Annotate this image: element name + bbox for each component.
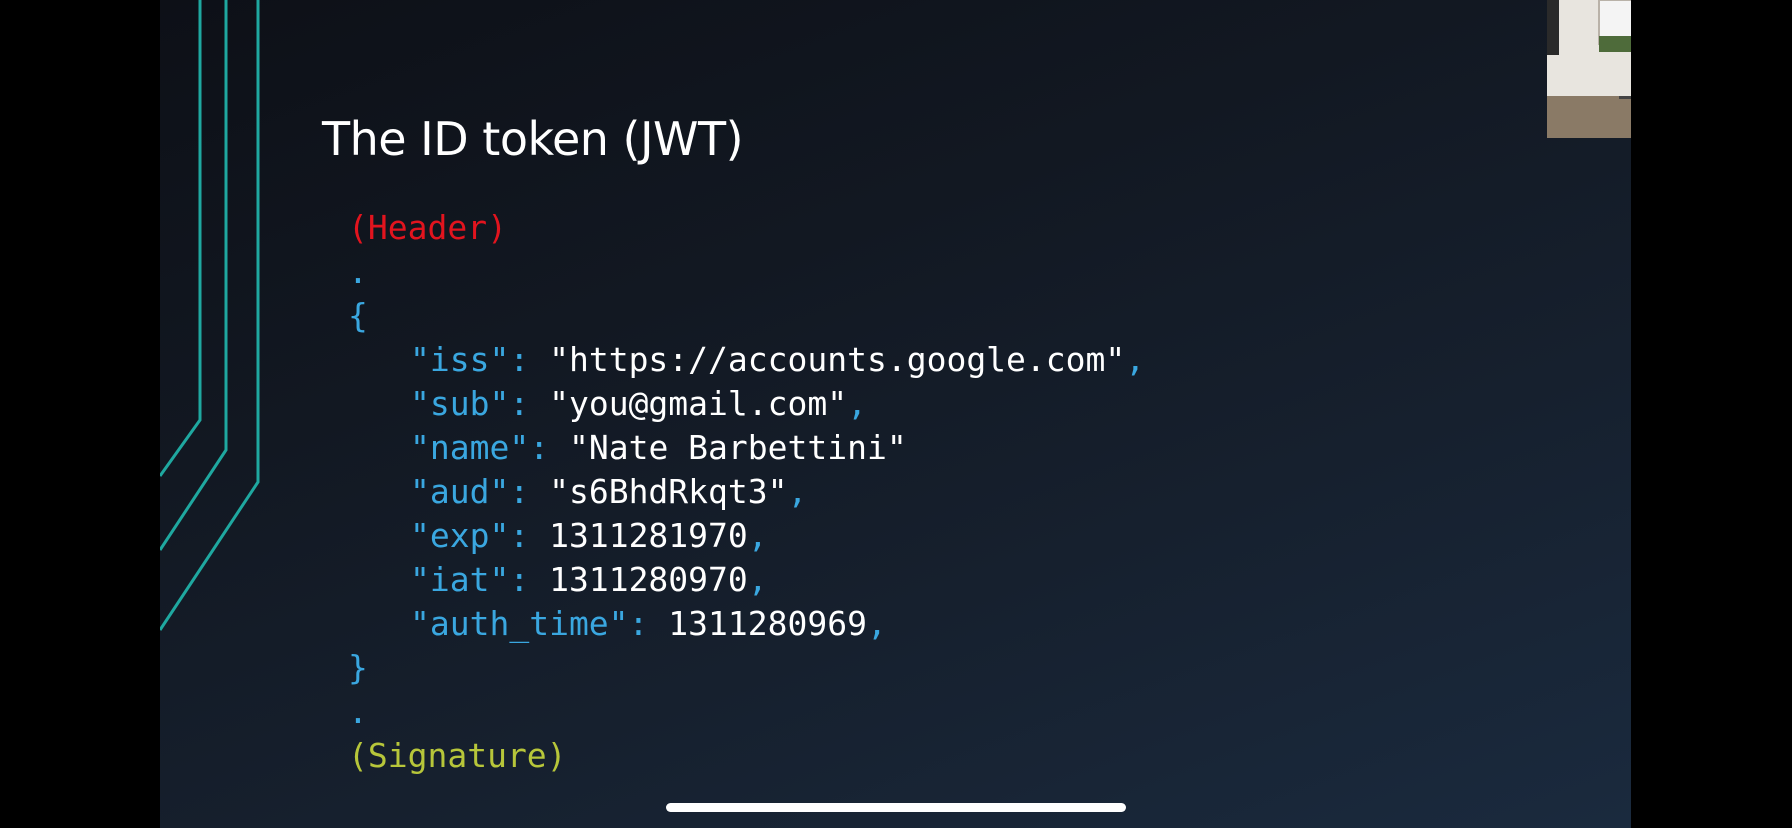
claim-line: "iss": "https://accounts.google.com", [410,340,1145,380]
claim-value: "https://accounts.google.com" [549,340,1126,379]
claim-separator: : [509,516,550,555]
claim-line: "iat": 1311280970, [410,560,768,600]
decorative-lines [160,0,260,631]
claim-line: "aud": "s6BhdRkqt3", [410,472,807,512]
claim-key: "auth_time" [410,604,629,643]
claim-line: "name": "Nate Barbettini" [410,428,907,468]
deco-line-3 [160,0,260,631]
claim-key: "iat" [410,560,510,599]
speaker-video-image: okta [1547,0,1631,138]
claim-line: "auth_time": 1311280969, [410,604,887,644]
speaker-video-thumbnail: okta [1547,0,1631,138]
jwt-code-block: (Header) . { "iss": "https://accounts.go… [348,208,1145,775]
claim-separator: : [509,472,550,511]
claim-comma: , [866,604,887,643]
claim-line: "exp": 1311281970, [410,516,768,556]
claim-value: "s6BhdRkqt3" [549,472,788,511]
claim-comma: , [787,472,808,511]
header-label: (Header) [348,208,507,247]
claim-key: "sub" [410,384,510,423]
deco-line-1 [160,0,202,477]
claim-key: "exp" [410,516,510,555]
open-brace: { [348,296,368,335]
claim-comma: , [847,384,867,423]
claim-value: 1311280969 [668,604,867,643]
separator-dot: . [348,252,368,291]
claim-separator: : [628,604,669,643]
close-brace: } [348,648,368,687]
slide-title: The ID token (JWT) [322,112,744,166]
claim-value: 1311281970 [549,516,748,555]
claim-key: "iss" [410,340,510,379]
claim-key: "aud" [410,472,510,511]
claim-value: "you@gmail.com" [549,384,848,423]
claim-value: 1311280970 [549,560,748,599]
claim-separator: : [509,384,550,423]
signature-label: (Signature) [348,736,567,775]
deco-line-2 [160,0,228,551]
claim-value: "Nate Barbettini" [568,428,907,467]
claim-key: "name" [410,428,530,467]
claim-comma: , [747,560,768,599]
home-indicator[interactable] [666,803,1126,812]
claim-line: "sub": "you@gmail.com", [410,384,867,424]
claim-separator: : [529,428,569,467]
claim-comma: , [1125,340,1146,379]
claim-separator: : [509,560,550,599]
presentation-slide: The ID token (JWT) (Header) . { "iss": "… [160,0,1631,828]
claim-comma: , [747,516,768,555]
separator-dot: . [348,692,368,731]
claim-separator: : [509,340,550,379]
